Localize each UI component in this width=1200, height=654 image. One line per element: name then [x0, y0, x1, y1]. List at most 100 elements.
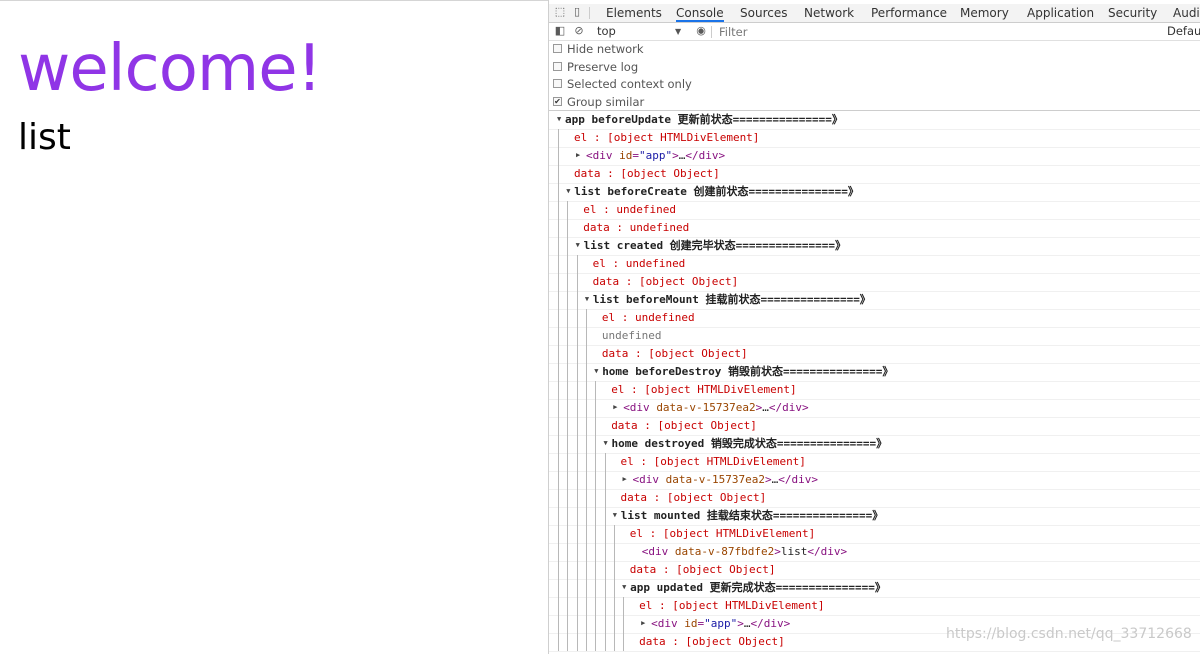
dom-node[interactable]: <div data-v-15737ea2>…</div>: [623, 399, 808, 417]
expand-triangle-icon[interactable]: ▼: [622, 579, 626, 595]
log-row[interactable]: ▼ list beforeCreate 创建前状态===============》: [549, 183, 1200, 202]
group-guide-line: [576, 471, 578, 489]
log-levels-dropdown[interactable]: Default levels: [1167, 24, 1200, 39]
group-guide-line: [567, 561, 569, 579]
setting-selected-context-only[interactable]: Selected context only: [553, 76, 692, 93]
tab-performance[interactable]: Performance: [871, 5, 947, 21]
tab-sources[interactable]: Sources: [740, 5, 787, 21]
checkbox[interactable]: [553, 79, 562, 88]
expand-triangle-icon[interactable]: ▼: [604, 435, 608, 451]
tag-end: </div>: [768, 401, 809, 414]
log-row[interactable]: ▼ app beforeUpdate 更新前状态===============》: [549, 111, 1200, 130]
log-message: el : undefined: [583, 203, 677, 216]
device-toolbar-icon[interactable]: ▯: [571, 6, 583, 18]
log-row[interactable]: ▼ list mounted 挂载结束状态===============》: [549, 507, 1200, 526]
expand-triangle-icon[interactable]: ▼: [566, 183, 570, 199]
group-guide-line: [604, 489, 606, 507]
group-guide-line: [558, 327, 559, 345]
setting-label: Hide network: [567, 42, 644, 56]
group-guide-line: [604, 579, 606, 597]
eye-icon[interactable]: ◉: [695, 25, 707, 37]
checkbox[interactable]: ✔: [553, 96, 562, 106]
tab-console[interactable]: Console: [676, 5, 724, 22]
group-guide-line: [576, 273, 578, 291]
group-guide-line: [558, 201, 559, 219]
group-guide-line: [585, 597, 587, 615]
group-guide-line: [576, 615, 578, 633]
filter-input[interactable]: [717, 24, 1161, 39]
expand-triangle-icon[interactable]: ▼: [585, 291, 589, 307]
tab-elements[interactable]: Elements: [606, 5, 662, 21]
log-message: data : [object Object]: [592, 275, 739, 288]
collapse-triangle-icon[interactable]: ▶: [613, 399, 617, 415]
group-guide-line: [585, 417, 587, 435]
tab-application[interactable]: Application: [1027, 5, 1094, 21]
setting-hide-network[interactable]: Hide network: [553, 41, 644, 58]
dom-node[interactable]: <div id="app">…</div>: [651, 615, 790, 633]
group-guide-line: [558, 183, 559, 201]
checkbox[interactable]: [553, 61, 562, 71]
group-guide-line: [576, 435, 578, 453]
log-row[interactable]: ▶ <div id="app">…</div>: [549, 147, 1200, 166]
log-row[interactable]: ▼ app updated 更新完成状态===============》: [549, 579, 1200, 598]
expand-triangle-icon[interactable]: ▼: [613, 507, 617, 523]
log-row: data : [object Object]: [549, 561, 1200, 580]
group-guide-line: [567, 291, 569, 309]
node-content: …: [762, 401, 769, 414]
attr-name: id: [684, 617, 698, 630]
log-row[interactable]: ▼ home destroyed 销毁完成状态===============》: [549, 435, 1200, 454]
checkbox[interactable]: [553, 44, 562, 53]
expand-triangle-icon[interactable]: ▼: [576, 237, 580, 253]
dom-node[interactable]: <div id="app">…</div>: [586, 147, 725, 165]
log-row[interactable]: ▶ <div data-v-15737ea2>…</div>: [549, 471, 1200, 490]
group-guide-line: [558, 165, 559, 183]
group-guide-line: [567, 255, 569, 273]
log-message: data : [object Object]: [620, 491, 767, 504]
collapse-triangle-icon[interactable]: ▶: [623, 471, 627, 487]
sidebar-toggle-icon[interactable]: ◧: [554, 25, 566, 37]
group-guide-line: [595, 633, 597, 651]
context-selector[interactable]: top: [597, 24, 616, 39]
collapse-triangle-icon[interactable]: ▶: [641, 615, 645, 631]
setting-label: Group similar: [567, 94, 645, 109]
dom-node[interactable]: <div data-v-87fbdfe2>list</div>: [642, 543, 847, 561]
attr-value: "app": [639, 149, 673, 162]
collapse-triangle-icon[interactable]: ▶: [576, 147, 580, 163]
log-message: data : [object Object]: [629, 563, 776, 576]
log-row[interactable]: ▶ <div data-v-15737ea2>…</div>: [549, 399, 1200, 418]
chevron-down-icon[interactable]: ▼: [675, 24, 681, 39]
tab-audits[interactable]: Audits: [1173, 5, 1200, 21]
group-guide-line: [558, 363, 559, 381]
setting-preserve-log[interactable]: Preserve log: [553, 59, 638, 76]
log-row[interactable]: ▼ home beforeDestroy 销毁前状态===============…: [549, 363, 1200, 382]
group-guide-line: [576, 417, 578, 435]
tab-network[interactable]: Network: [804, 5, 854, 21]
expand-triangle-icon[interactable]: ▼: [594, 363, 598, 379]
group-guide-line: [585, 435, 587, 453]
log-row: data : [object Object]: [549, 417, 1200, 436]
expand-triangle-icon[interactable]: ▼: [557, 111, 561, 127]
tag-end: </div>: [807, 545, 848, 558]
tab-security[interactable]: Security: [1108, 5, 1157, 21]
tab-memory[interactable]: Memory: [960, 5, 1009, 21]
group-guide-line: [613, 633, 615, 651]
log-row[interactable]: ▼ list created 创建完毕状态===============》: [549, 237, 1200, 256]
group-guide-line: [623, 633, 625, 651]
tag-open: <div: [641, 545, 675, 558]
dom-node[interactable]: <div data-v-15737ea2>…</div>: [633, 471, 818, 489]
group-title: app beforeUpdate 更新前状态===============》: [565, 113, 843, 126]
log-row[interactable]: <div data-v-87fbdfe2>list</div>: [549, 543, 1200, 562]
inspect-element-icon[interactable]: ⬚: [554, 6, 566, 18]
group-guide-line: [585, 381, 587, 399]
group-guide-line: [595, 597, 597, 615]
setting-group-similar[interactable]: ✔ Group similar: [553, 94, 644, 111]
log-row: data : [object Object]: [549, 165, 1200, 184]
group-guide-line: [567, 471, 569, 489]
group-guide-line: [567, 579, 569, 597]
log-row: el : [object HTMLDivElement]: [549, 453, 1200, 472]
group-guide-line: [576, 579, 578, 597]
log-row[interactable]: ▼ list beforeMount 挂载前状态===============》: [549, 291, 1200, 310]
clear-console-icon[interactable]: ⊘: [573, 25, 585, 37]
group-guide-line: [567, 273, 569, 291]
group-title: list mounted 挂载结束状态===============》: [620, 509, 884, 522]
